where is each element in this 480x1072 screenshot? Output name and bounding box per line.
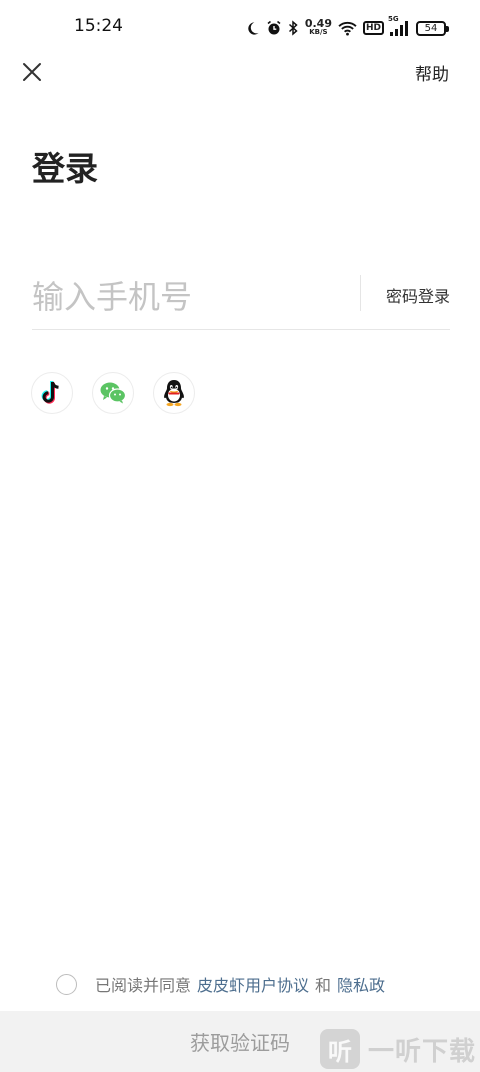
privacy-policy-link[interactable]: 隐私政 [337,972,385,996]
signal-icon: 5G [388,15,410,36]
wifi-icon [338,21,357,36]
qq-icon [164,380,184,407]
watermark: 听 一听下载 [320,1027,476,1071]
network-speed-value: 0.49 [304,17,332,30]
bluetooth-icon [288,20,299,36]
network-speed: 0.49 KB/S [304,17,332,36]
status-time: 15:24 [74,16,123,36]
battery-icon: 54 [416,20,449,36]
agreement-checkbox[interactable] [56,973,77,995]
status-bar: 15:24 0.49 KB/S HD 5G 54 [0,0,480,56]
tiktok-login-button[interactable] [31,372,73,414]
agreement-and-text: 和 [315,976,332,995]
battery-level: 54 [424,22,438,34]
wechat-icon [100,382,127,404]
agreement-row: 已阅读并同意 皮皮虾用户协议 和 隐私政 [56,972,385,996]
watermark-logo: 听 [320,1029,360,1069]
qq-login-button[interactable] [153,372,195,414]
alarm-icon [266,20,282,36]
input-divider [360,275,361,311]
moon-icon [245,21,260,36]
close-icon [23,63,41,81]
get-code-label: 获取验证码 [190,1031,290,1055]
hd-badge: HD [362,21,384,35]
phone-input[interactable] [32,270,352,324]
watermark-text: 一听下载 [368,1036,477,1067]
user-agreement-link[interactable]: 皮皮虾用户协议 [197,972,309,996]
close-button[interactable] [18,58,46,86]
agreement-text: 已阅读并同意 [95,976,192,995]
signal-label: 5G [388,14,399,23]
password-login-link[interactable]: 密码登录 [386,283,450,307]
status-icons: 0.49 KB/S HD 5G 54 [245,15,449,39]
network-speed-unit: KB/S [309,28,328,36]
help-link[interactable]: 帮助 [415,60,449,85]
page-title: 登录 [32,149,98,188]
wechat-login-button[interactable] [92,372,134,414]
tiktok-icon [41,381,59,404]
phone-input-row: 密码登录 [32,266,450,330]
